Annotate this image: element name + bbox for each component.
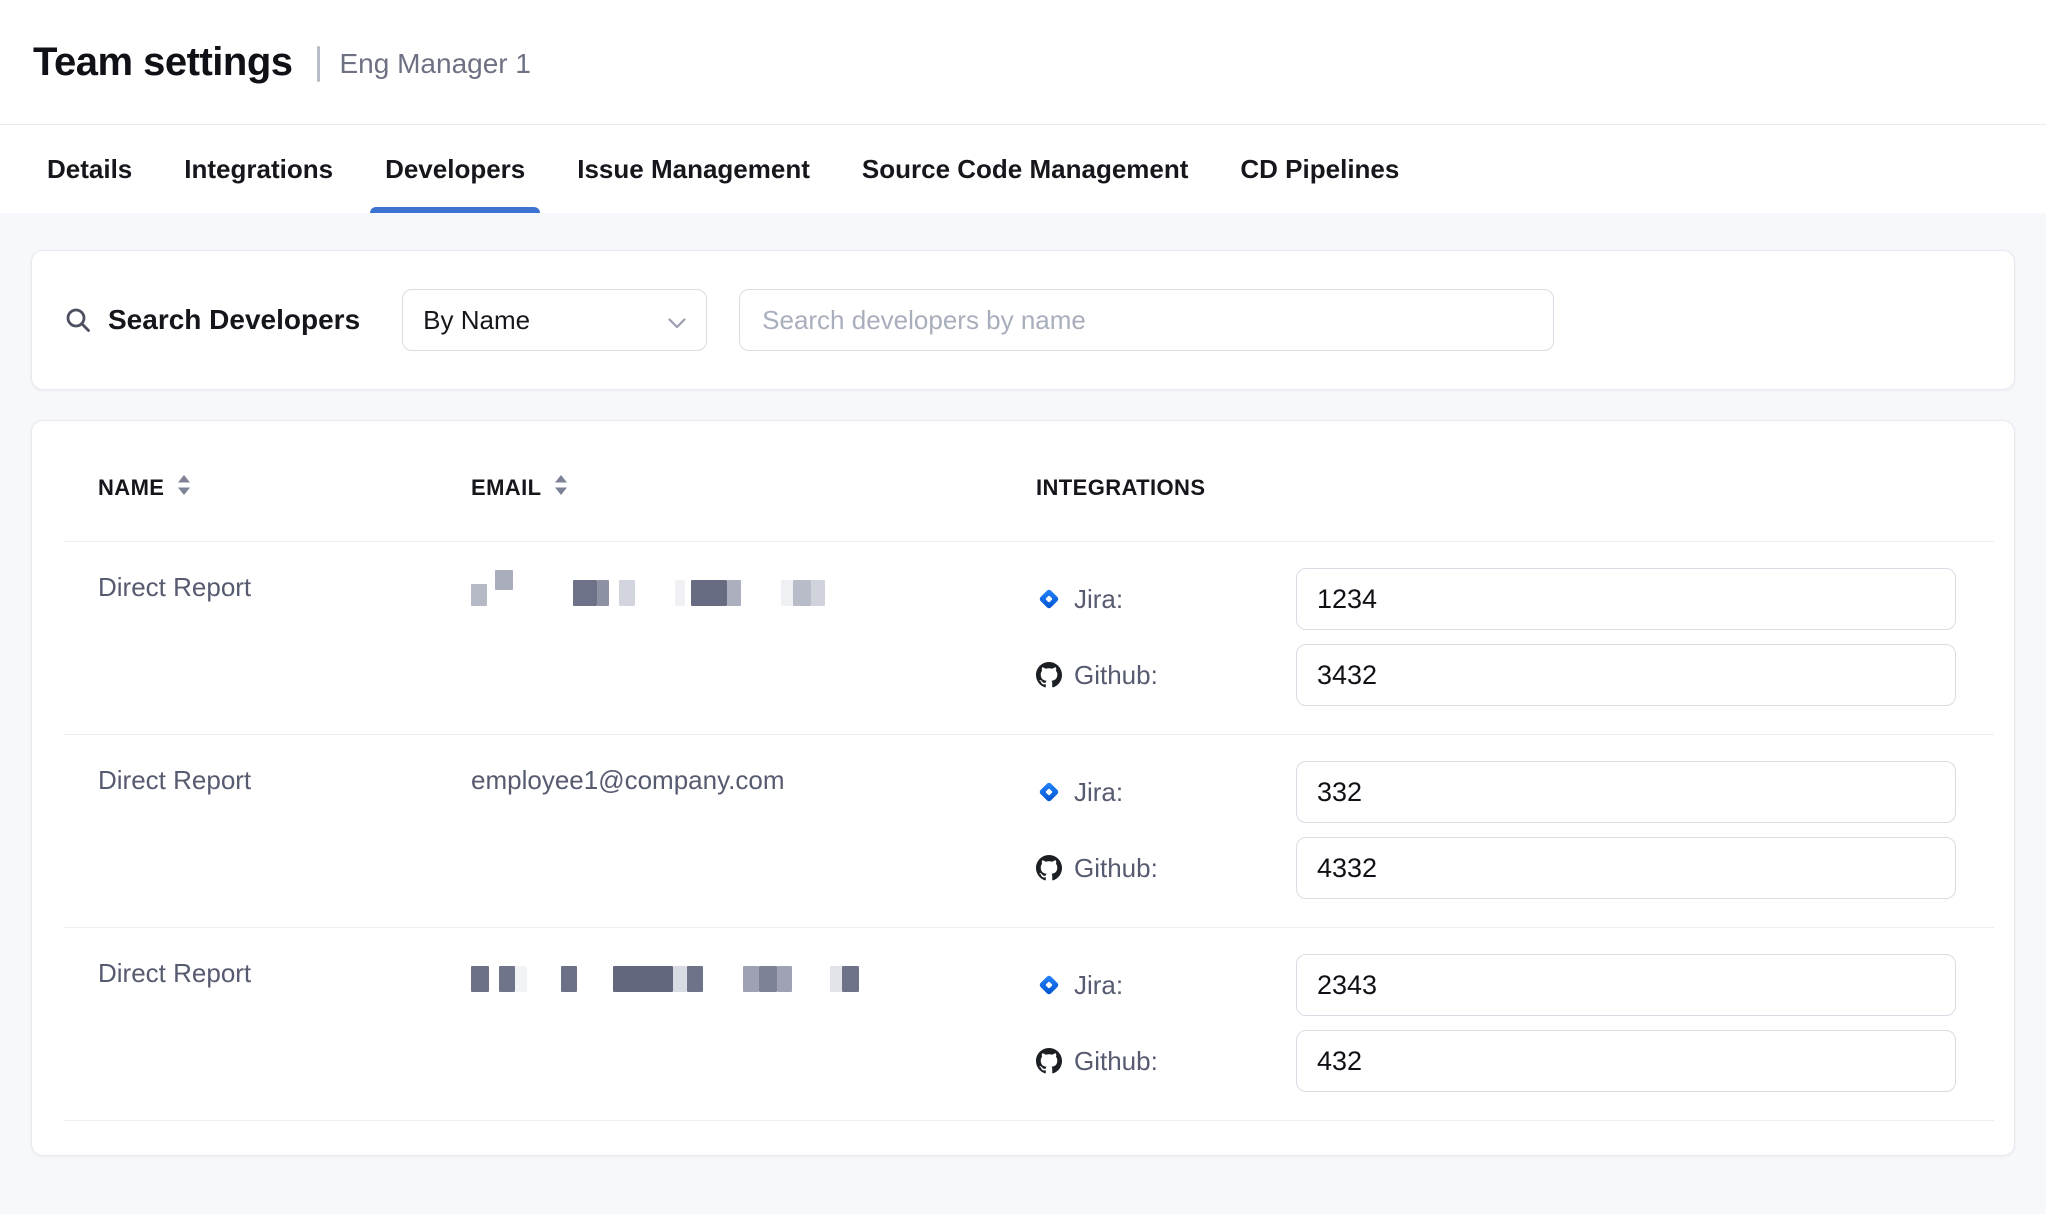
jira-row: Jira: [1036,568,1956,630]
github-label: Github: [1074,660,1158,691]
github-row: Github: [1036,644,1956,706]
github-icon [1036,662,1062,688]
github-icon [1036,855,1062,881]
jira-icon [1036,972,1062,998]
search-icon [64,306,92,334]
github-icon [1036,1048,1062,1074]
tab-integrations[interactable]: Integrations [169,125,348,213]
table-header-row: NAME EMAIL INTEGRATIONS [32,421,2014,541]
tab-details[interactable]: Details [32,125,147,213]
title-separator [317,46,320,82]
redacted-email [471,958,1036,992]
jira-icon [1036,586,1062,612]
jira-label: Jira: [1074,777,1123,808]
search-input[interactable] [739,289,1554,351]
sort-icon [553,473,569,503]
email-cell: employee1@company.com [471,761,1036,899]
page-header: Team settings Eng Manager 1 [0,0,2046,124]
column-header-name[interactable]: NAME [98,473,471,503]
search-label: Search Developers [108,304,360,336]
tab-issue-management[interactable]: Issue Management [562,125,825,213]
chevron-down-icon [668,305,686,336]
jira-input[interactable] [1296,568,1956,630]
integrations-cell: Jira: Github: [1036,568,1956,706]
name-cell: Direct Report [98,568,471,706]
github-input[interactable] [1296,644,1956,706]
github-row: Github: [1036,837,1956,899]
table-row: Direct Report [32,542,2014,734]
search-card: Search Developers By Name [31,250,2015,390]
jira-row: Jira: [1036,954,1956,1016]
jira-icon [1036,779,1062,805]
tab-cd-pipelines[interactable]: CD Pipelines [1225,125,1414,213]
tab-developers[interactable]: Developers [370,125,540,213]
tab-bar: Details Integrations Developers Issue Ma… [0,124,2046,213]
page-title: Team settings [33,40,293,85]
table-row: Direct Report employee1@company.com [32,735,2014,927]
github-row: Github: [1036,1030,1956,1092]
integrations-cell: Jira: Github: [1036,954,1956,1092]
github-label: Github: [1074,853,1158,884]
github-input[interactable] [1296,1030,1956,1092]
jira-row: Jira: [1036,761,1956,823]
name-cell: Direct Report [98,761,471,899]
name-cell: Direct Report [98,954,471,1092]
row-divider [64,1120,1994,1121]
jira-label: Jira: [1074,584,1123,615]
table-body: Direct Report [32,542,2014,1121]
page-subtitle: Eng Manager 1 [340,48,531,80]
integrations-cell: Jira: Github: [1036,761,1956,899]
github-input[interactable] [1296,837,1956,899]
redacted-email [471,572,1036,606]
developers-table-card: NAME EMAIL INTEGRATIONS [31,420,2015,1156]
email-cell [471,568,1036,706]
search-filter-value: By Name [423,305,530,336]
table-row: Direct Report [32,928,2014,1120]
content: Search Developers By Name NAME [0,213,2046,1156]
jira-input[interactable] [1296,761,1956,823]
github-label: Github: [1074,1046,1158,1077]
sort-icon [176,473,192,503]
search-filter-select[interactable]: By Name [402,289,707,351]
jira-input[interactable] [1296,954,1956,1016]
tab-source-code-management[interactable]: Source Code Management [847,125,1204,213]
column-header-email[interactable]: EMAIL [471,473,1036,503]
email-cell [471,954,1036,1092]
column-header-integrations: INTEGRATIONS [1036,473,1954,503]
jira-label: Jira: [1074,970,1123,1001]
